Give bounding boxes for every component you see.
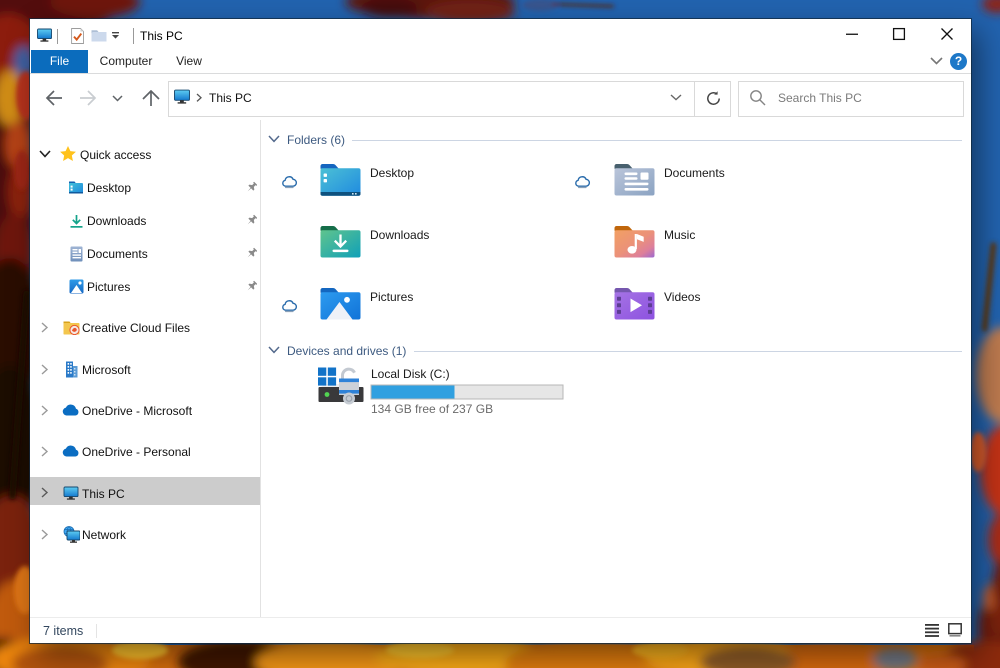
svg-text:Documents: Documents [664,166,725,180]
svg-text:Music: Music [664,228,695,242]
svg-text:Folders (6): Folders (6) [287,133,345,147]
svg-text:Videos: Videos [664,290,700,304]
svg-text:Devices and drives (1): Devices and drives (1) [287,344,406,358]
svg-text:Pictures: Pictures [370,290,413,304]
svg-text:134 GB free of 237 GB: 134 GB free of 237 GB [371,402,493,416]
svg-text:Local Disk (C:): Local Disk (C:) [371,367,450,381]
svg-text:Downloads: Downloads [370,228,429,242]
svg-text:Desktop: Desktop [370,166,414,180]
